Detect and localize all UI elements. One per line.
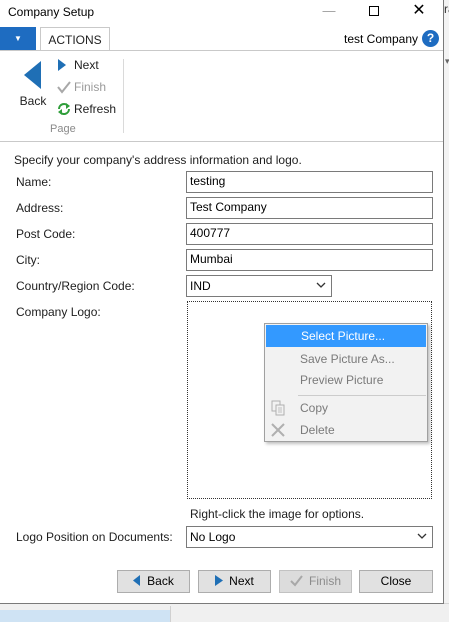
background-tile [0, 610, 170, 622]
city-field[interactable]: Mumbai [186, 249, 433, 271]
ribbon-back-button[interactable]: Back [12, 57, 54, 113]
chevron-down-icon [316, 279, 326, 293]
logo-hint-text: Right-click the image for options. [190, 507, 365, 521]
ribbon-tab-bar: ▼ ACTIONS test Company ? [0, 27, 443, 51]
finish-button[interactable]: Finish [279, 570, 352, 593]
back-button[interactable]: Back [117, 570, 190, 593]
post-code-field[interactable]: 400777 [186, 223, 433, 245]
company-logo-label: Company Logo: [16, 305, 101, 319]
ribbon-refresh-label: Refresh [74, 102, 117, 116]
back-button-label: Back [147, 574, 174, 588]
finish-button-label: Finish [308, 574, 341, 588]
close-window-button[interactable]: ✕ [402, 0, 436, 25]
delete-icon [271, 423, 285, 437]
ribbon-next-label: Next [74, 58, 99, 72]
chevron-down-icon [417, 530, 427, 544]
ribbon-group-separator [123, 59, 124, 133]
menu-item-delete[interactable]: Delete [265, 419, 427, 441]
logo-position-label: Logo Position on Documents: [16, 530, 173, 544]
logo-position-value: No Logo [190, 530, 236, 544]
address-label: Address: [16, 201, 64, 215]
menu-item-copy[interactable]: Copy [265, 397, 427, 419]
menu-item-save-picture-as[interactable]: Save Picture As... [265, 348, 427, 370]
window-title: Company Setup [8, 5, 95, 19]
post-code-label: Post Code: [16, 227, 76, 241]
company-name: test Company [344, 32, 419, 46]
copy-icon [271, 400, 285, 416]
country-region-select[interactable]: IND [186, 275, 332, 297]
background-divider [170, 606, 171, 622]
background-window-bottom [0, 603, 449, 622]
next-button-label: Next [229, 574, 254, 588]
next-arrow-icon [215, 575, 224, 587]
ribbon-back-label: Back [19, 94, 47, 108]
minimize-button[interactable]: — [312, 0, 346, 25]
application-menu-button[interactable]: ▼ [0, 27, 36, 51]
maximize-icon [369, 6, 379, 16]
checkmark-icon [290, 575, 303, 587]
tab-actions[interactable]: ACTIONS [40, 27, 110, 51]
back-arrow-icon [133, 575, 141, 587]
company-setup-window: Company Setup — ✕ ▼ ACTIONS test Company… [0, 0, 444, 604]
ribbon-group-label: Page [50, 123, 76, 135]
background-window-text: ra [444, 2, 449, 16]
close-button-label: Close [380, 574, 412, 588]
menu-item-preview-picture[interactable]: Preview Picture [265, 369, 427, 391]
background-chevron-icon: ▾ [445, 56, 449, 66]
next-button[interactable]: Next [198, 570, 271, 593]
checkmark-icon [57, 81, 71, 94]
menu-separator [298, 395, 426, 396]
title-bar: Company Setup — ✕ [0, 0, 443, 25]
menu-item-select-picture[interactable]: Select Picture... [266, 325, 426, 347]
address-field[interactable]: Test Company [186, 197, 433, 219]
next-arrow-icon [58, 59, 66, 71]
city-label: City: [16, 253, 40, 267]
actions-ribbon: Back Next Finish Refresh Page [0, 50, 443, 142]
refresh-icon [58, 103, 70, 115]
instructions-text: Specify your company's address informati… [14, 153, 302, 167]
close-button[interactable]: Close [359, 570, 433, 593]
back-arrow-icon [24, 61, 41, 89]
menu-item-delete-label: Delete [300, 423, 335, 437]
country-region-label: Country/Region Code: [16, 279, 135, 293]
menu-item-copy-label: Copy [300, 401, 329, 415]
name-label: Name: [16, 175, 52, 189]
country-region-value: IND [190, 279, 211, 293]
ribbon-finish-label: Finish [74, 80, 107, 94]
name-field[interactable]: testing [186, 171, 433, 193]
logo-position-select[interactable]: No Logo [186, 526, 433, 548]
help-icon[interactable]: ? [422, 30, 439, 47]
picture-context-menu: Select Picture... Save Picture As... Pre… [264, 323, 428, 442]
maximize-button[interactable] [357, 0, 391, 25]
